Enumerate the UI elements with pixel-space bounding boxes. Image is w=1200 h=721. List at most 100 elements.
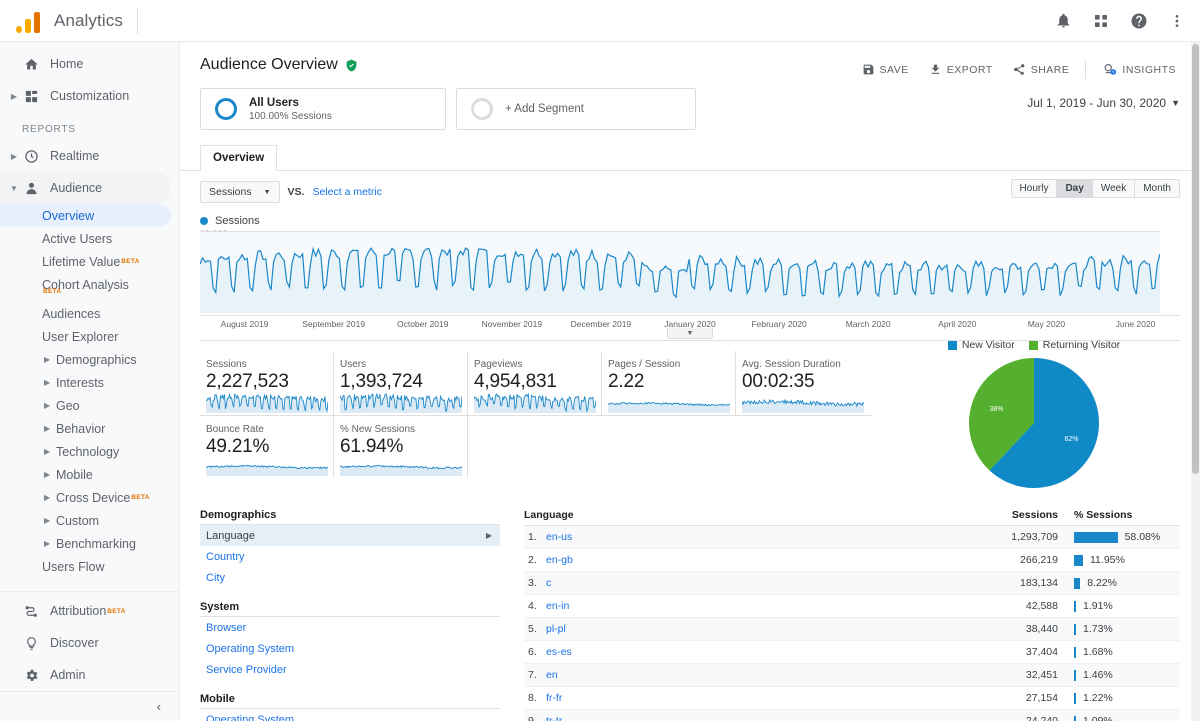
dimension-mobile-operating-system[interactable]: Operating System xyxy=(200,709,500,721)
table-row[interactable]: 5. pl-pl 38,440 1.73% xyxy=(524,617,1180,641)
expand-arrow-icon[interactable]: ▶ xyxy=(44,493,50,502)
beta-badge: BETA xyxy=(43,288,62,295)
collapse-arrow-icon[interactable]: ▼ xyxy=(8,184,20,193)
expand-arrow-icon[interactable]: ▶ xyxy=(44,378,50,387)
dimension-label: Browser xyxy=(206,621,247,634)
dimension-operating-system[interactable]: Operating System xyxy=(200,638,500,659)
metric-select-dropdown[interactable]: Sessions ▼ xyxy=(200,181,280,203)
language-link[interactable]: en-in xyxy=(546,600,569,612)
sidebar-item-users-flow[interactable]: Users Flow xyxy=(0,555,179,578)
dimension-city[interactable]: City xyxy=(200,567,500,588)
table-row[interactable]: 8. fr-fr 27,154 1.22% xyxy=(524,686,1180,710)
segment-all-users[interactable]: All Users 100.00% Sessions xyxy=(200,88,446,130)
language-link[interactable]: pl-pl xyxy=(546,623,566,635)
sidebar-collapse-button[interactable]: ‹ xyxy=(0,691,179,721)
sidebar-item-admin[interactable]: Admin xyxy=(0,659,179,691)
tab-overview[interactable]: Overview xyxy=(200,145,278,171)
sidebar-item-active-users[interactable]: Active Users xyxy=(0,227,179,250)
apps-grid-icon[interactable] xyxy=(1090,10,1112,32)
kpi-empty-2 xyxy=(602,416,736,478)
expand-arrow-icon[interactable]: ▶ xyxy=(44,401,50,410)
kpi-label: Pages / Session xyxy=(608,359,681,370)
share-button[interactable]: SHARE xyxy=(1003,59,1080,80)
sidebar-item-benchmarking[interactable]: ▶ Benchmarking xyxy=(0,532,179,555)
language-link[interactable]: fr-fr xyxy=(546,692,562,704)
sidebar-item-cross-device[interactable]: ▶ Cross Device BETA xyxy=(0,486,179,509)
table-row[interactable]: 4. en-in 42,588 1.91% xyxy=(524,594,1180,618)
granularity-week[interactable]: Week xyxy=(1092,180,1136,197)
expand-arrow-icon[interactable]: ▶ xyxy=(44,539,50,548)
main-scrollbar[interactable] xyxy=(1191,42,1200,721)
export-button[interactable]: EXPORT xyxy=(919,59,1003,80)
segment-row: All Users 100.00% Sessions + Add Segment… xyxy=(180,84,1200,130)
granularity-hourly[interactable]: Hourly xyxy=(1011,180,1058,197)
table-row[interactable]: 3. c 183,134 8.22% xyxy=(524,571,1180,595)
save-button[interactable]: SAVE xyxy=(852,59,919,80)
language-link[interactable]: en-gb xyxy=(546,554,573,566)
dimension-language[interactable]: Language ▶ xyxy=(200,525,500,546)
sidebar-item-interests[interactable]: ▶ Interests xyxy=(0,371,179,394)
col-sessions[interactable]: Sessions xyxy=(716,509,1068,526)
table-row[interactable]: 1. en-us 1,293,709 58.08% xyxy=(524,525,1180,549)
notifications-icon[interactable] xyxy=(1052,10,1074,32)
sidebar-item-demographics[interactable]: ▶ Demographics xyxy=(0,348,179,371)
table-row[interactable]: 9. tr-tr 24,240 1.09% xyxy=(524,709,1180,721)
help-icon[interactable] xyxy=(1128,10,1150,32)
col-language[interactable]: Language xyxy=(524,509,717,526)
insights-button[interactable]: ? INSIGHTS xyxy=(1092,58,1186,81)
language-link[interactable]: tr-tr xyxy=(546,715,562,721)
expand-arrow-icon[interactable]: ▶ xyxy=(8,152,20,161)
add-segment-button[interactable]: + Add Segment xyxy=(456,88,696,130)
dimension-country[interactable]: Country xyxy=(200,546,500,567)
sidebar-item-geo[interactable]: ▶ Geo xyxy=(0,394,179,417)
scrollbar-thumb[interactable] xyxy=(1192,44,1199,474)
table-row[interactable]: 2. en-gb 266,219 11.95% xyxy=(524,548,1180,572)
date-range-picker[interactable]: Jul 1, 2019 - Jun 30, 2020 ▼ xyxy=(1027,96,1180,110)
sidebar-item-mobile[interactable]: ▶ Mobile xyxy=(0,463,179,486)
dimension-browser[interactable]: Browser xyxy=(200,617,500,638)
expand-arrow-icon[interactable]: ▶ xyxy=(44,470,50,479)
sidebar-item-attribution[interactable]: Attribution BETA xyxy=(0,595,179,627)
sidebar-item-discover[interactable]: Discover xyxy=(0,627,179,659)
sidebar-item-home[interactable]: Home xyxy=(0,48,179,80)
chevron-down-icon: ▼ xyxy=(1171,98,1180,108)
granularity-month[interactable]: Month xyxy=(1135,180,1179,197)
sidebar-item-custom[interactable]: ▶ Custom xyxy=(0,509,179,532)
visitor-type-pie-chart[interactable]: 62% 38% xyxy=(934,355,1134,495)
sidebar-item-behavior[interactable]: ▶ Behavior xyxy=(0,417,179,440)
sidebar-item-technology[interactable]: ▶ Technology xyxy=(0,440,179,463)
language-link[interactable]: en-us xyxy=(546,531,572,543)
sessions-line-chart[interactable]: 10,000 5,000 xyxy=(200,229,1180,313)
sidebar-item-audience[interactable]: ▼ Audience xyxy=(0,172,171,204)
expand-arrow-icon[interactable]: ▶ xyxy=(44,355,50,364)
select-a-metric-link[interactable]: Select a metric xyxy=(312,186,381,198)
language-link[interactable]: es-es xyxy=(546,646,572,658)
granularity-day[interactable]: Day xyxy=(1057,180,1093,197)
sidebar-item-overview[interactable]: Overview xyxy=(0,204,171,227)
sidebar-item-user-explorer[interactable]: User Explorer xyxy=(0,325,179,348)
sidebar-item-realtime[interactable]: ▶ Realtime xyxy=(0,140,179,172)
more-options-icon[interactable] xyxy=(1166,10,1188,32)
table-row[interactable]: 6. es-es 37,404 1.68% xyxy=(524,640,1180,664)
row-percent: 1.46% xyxy=(1068,663,1180,687)
expand-arrow-icon[interactable]: ▶ xyxy=(44,516,50,525)
customization-icon xyxy=(20,89,42,104)
analytics-logo-wrap[interactable]: Analytics xyxy=(0,9,123,33)
kpi-value: 00:02:35 xyxy=(742,371,815,392)
row-language: pl-pl xyxy=(546,617,717,641)
expand-arrow-icon[interactable]: ▶ xyxy=(44,424,50,433)
kpi-row-1: Sessions 2,227,523 Users 1,393,724 Pagev… xyxy=(200,351,872,416)
sidebar-item-label: Realtime xyxy=(50,149,100,163)
language-link[interactable]: c xyxy=(546,577,551,589)
col-percent-sessions[interactable]: % Sessions xyxy=(1068,509,1180,526)
expand-arrow-icon[interactable]: ▶ xyxy=(44,447,50,456)
chart-expand-handle[interactable]: ▼ xyxy=(667,328,713,339)
sidebar-item-customization[interactable]: ▶ Customization xyxy=(0,80,179,112)
table-row[interactable]: 7. en 32,451 1.46% xyxy=(524,663,1180,687)
expand-arrow-icon[interactable]: ▶ xyxy=(8,92,20,101)
dimension-service-provider[interactable]: Service Provider xyxy=(200,659,500,680)
language-link[interactable]: en xyxy=(546,669,558,681)
sidebar-item-audiences[interactable]: Audiences xyxy=(0,302,179,325)
sidebar-item-cohort-analysis[interactable]: Cohort Analysis BETA xyxy=(0,273,179,297)
sidebar-item-lifetime-value[interactable]: Lifetime Value BETA xyxy=(0,250,179,273)
